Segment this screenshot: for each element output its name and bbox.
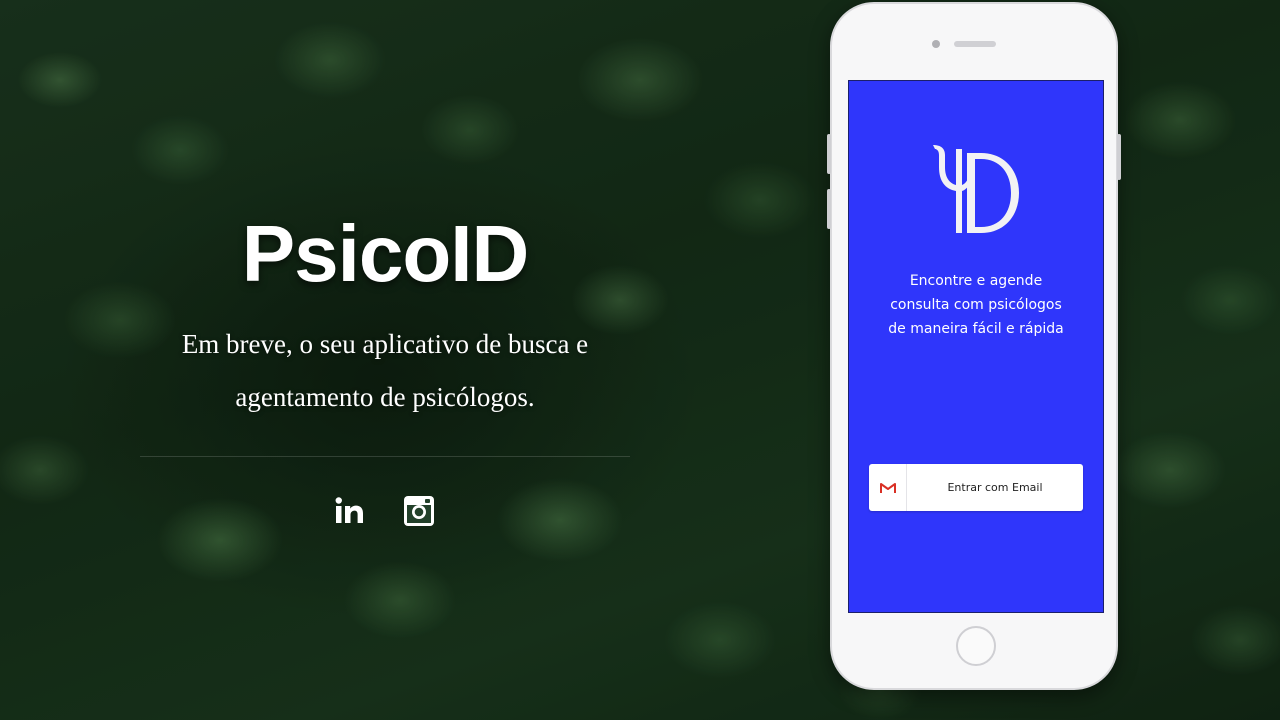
phone-screen: Encontre e agende consulta com psicólogo… — [848, 80, 1104, 613]
hero-subtitle: Em breve, o seu aplicativo de busca e ag… — [140, 318, 630, 424]
phone-volume-button — [827, 189, 831, 229]
hero-subtitle-line1: Em breve, o seu aplicativo de busca e — [181, 329, 589, 359]
tagline-line1: Encontre e agende — [909, 273, 1043, 289]
phone-home-button[interactable] — [956, 626, 996, 666]
psi-d-logo — [933, 145, 1019, 233]
phone-volume-button — [827, 134, 831, 174]
linkedin-icon — [335, 497, 363, 523]
social-links — [140, 493, 630, 529]
phone-power-button — [1117, 134, 1121, 180]
tagline-line3: de maneira fácil e rápida — [888, 321, 1064, 337]
app-tagline: Encontre e agende consulta com psicólogo… — [849, 269, 1103, 341]
gmail-icon — [869, 464, 907, 511]
login-email-label: Entrar com Email — [947, 481, 1043, 494]
divider — [140, 456, 630, 457]
tagline-line2: consulta com psicólogos — [890, 297, 1062, 313]
phone-mockup: Encontre e agende consulta com psicólogo… — [827, 2, 1121, 690]
instagram-icon — [404, 496, 434, 526]
login-email-button[interactable]: Entrar com Email — [869, 464, 1083, 511]
linkedin-link[interactable] — [333, 493, 369, 529]
instagram-link[interactable] — [401, 493, 437, 529]
hero-section: PsicoID Em breve, o seu aplicativo de bu… — [140, 200, 630, 529]
brand-title: PsicoID — [241, 209, 529, 298]
hero-subtitle-line2: agentamento de psicólogos. — [235, 382, 535, 412]
phone-camera — [932, 40, 940, 48]
phone-speaker — [954, 41, 996, 47]
